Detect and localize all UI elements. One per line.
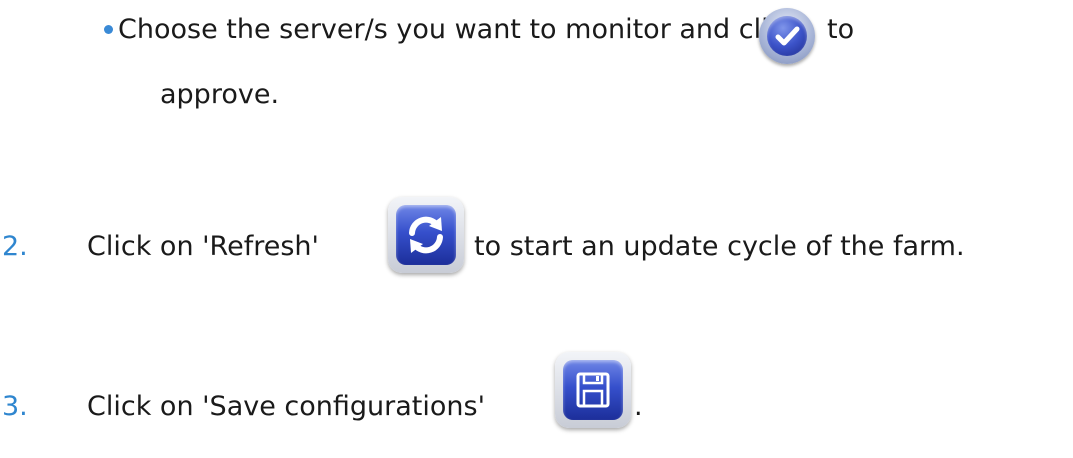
bullet-text-continued: approve. [160, 79, 280, 110]
step-3-text: Click on 'Save configurations' [87, 391, 485, 422]
step-2-number: 2. [2, 231, 28, 262]
step-3-text-after: . [634, 391, 643, 422]
bullet-text: Choose the server/s you want to monitor … [118, 14, 800, 45]
bullet-text-after: to [827, 14, 855, 45]
floppy-disk-icon[interactable] [555, 352, 631, 428]
approve-check-icon[interactable] [759, 8, 815, 64]
step-2-text: Click on 'Refresh' [87, 231, 319, 262]
refresh-icon[interactable] [388, 197, 464, 273]
bullet-dot [104, 25, 113, 34]
step-2-text-after: to start an update cycle of the farm. [474, 231, 965, 262]
step-3-number: 3. [2, 391, 28, 422]
